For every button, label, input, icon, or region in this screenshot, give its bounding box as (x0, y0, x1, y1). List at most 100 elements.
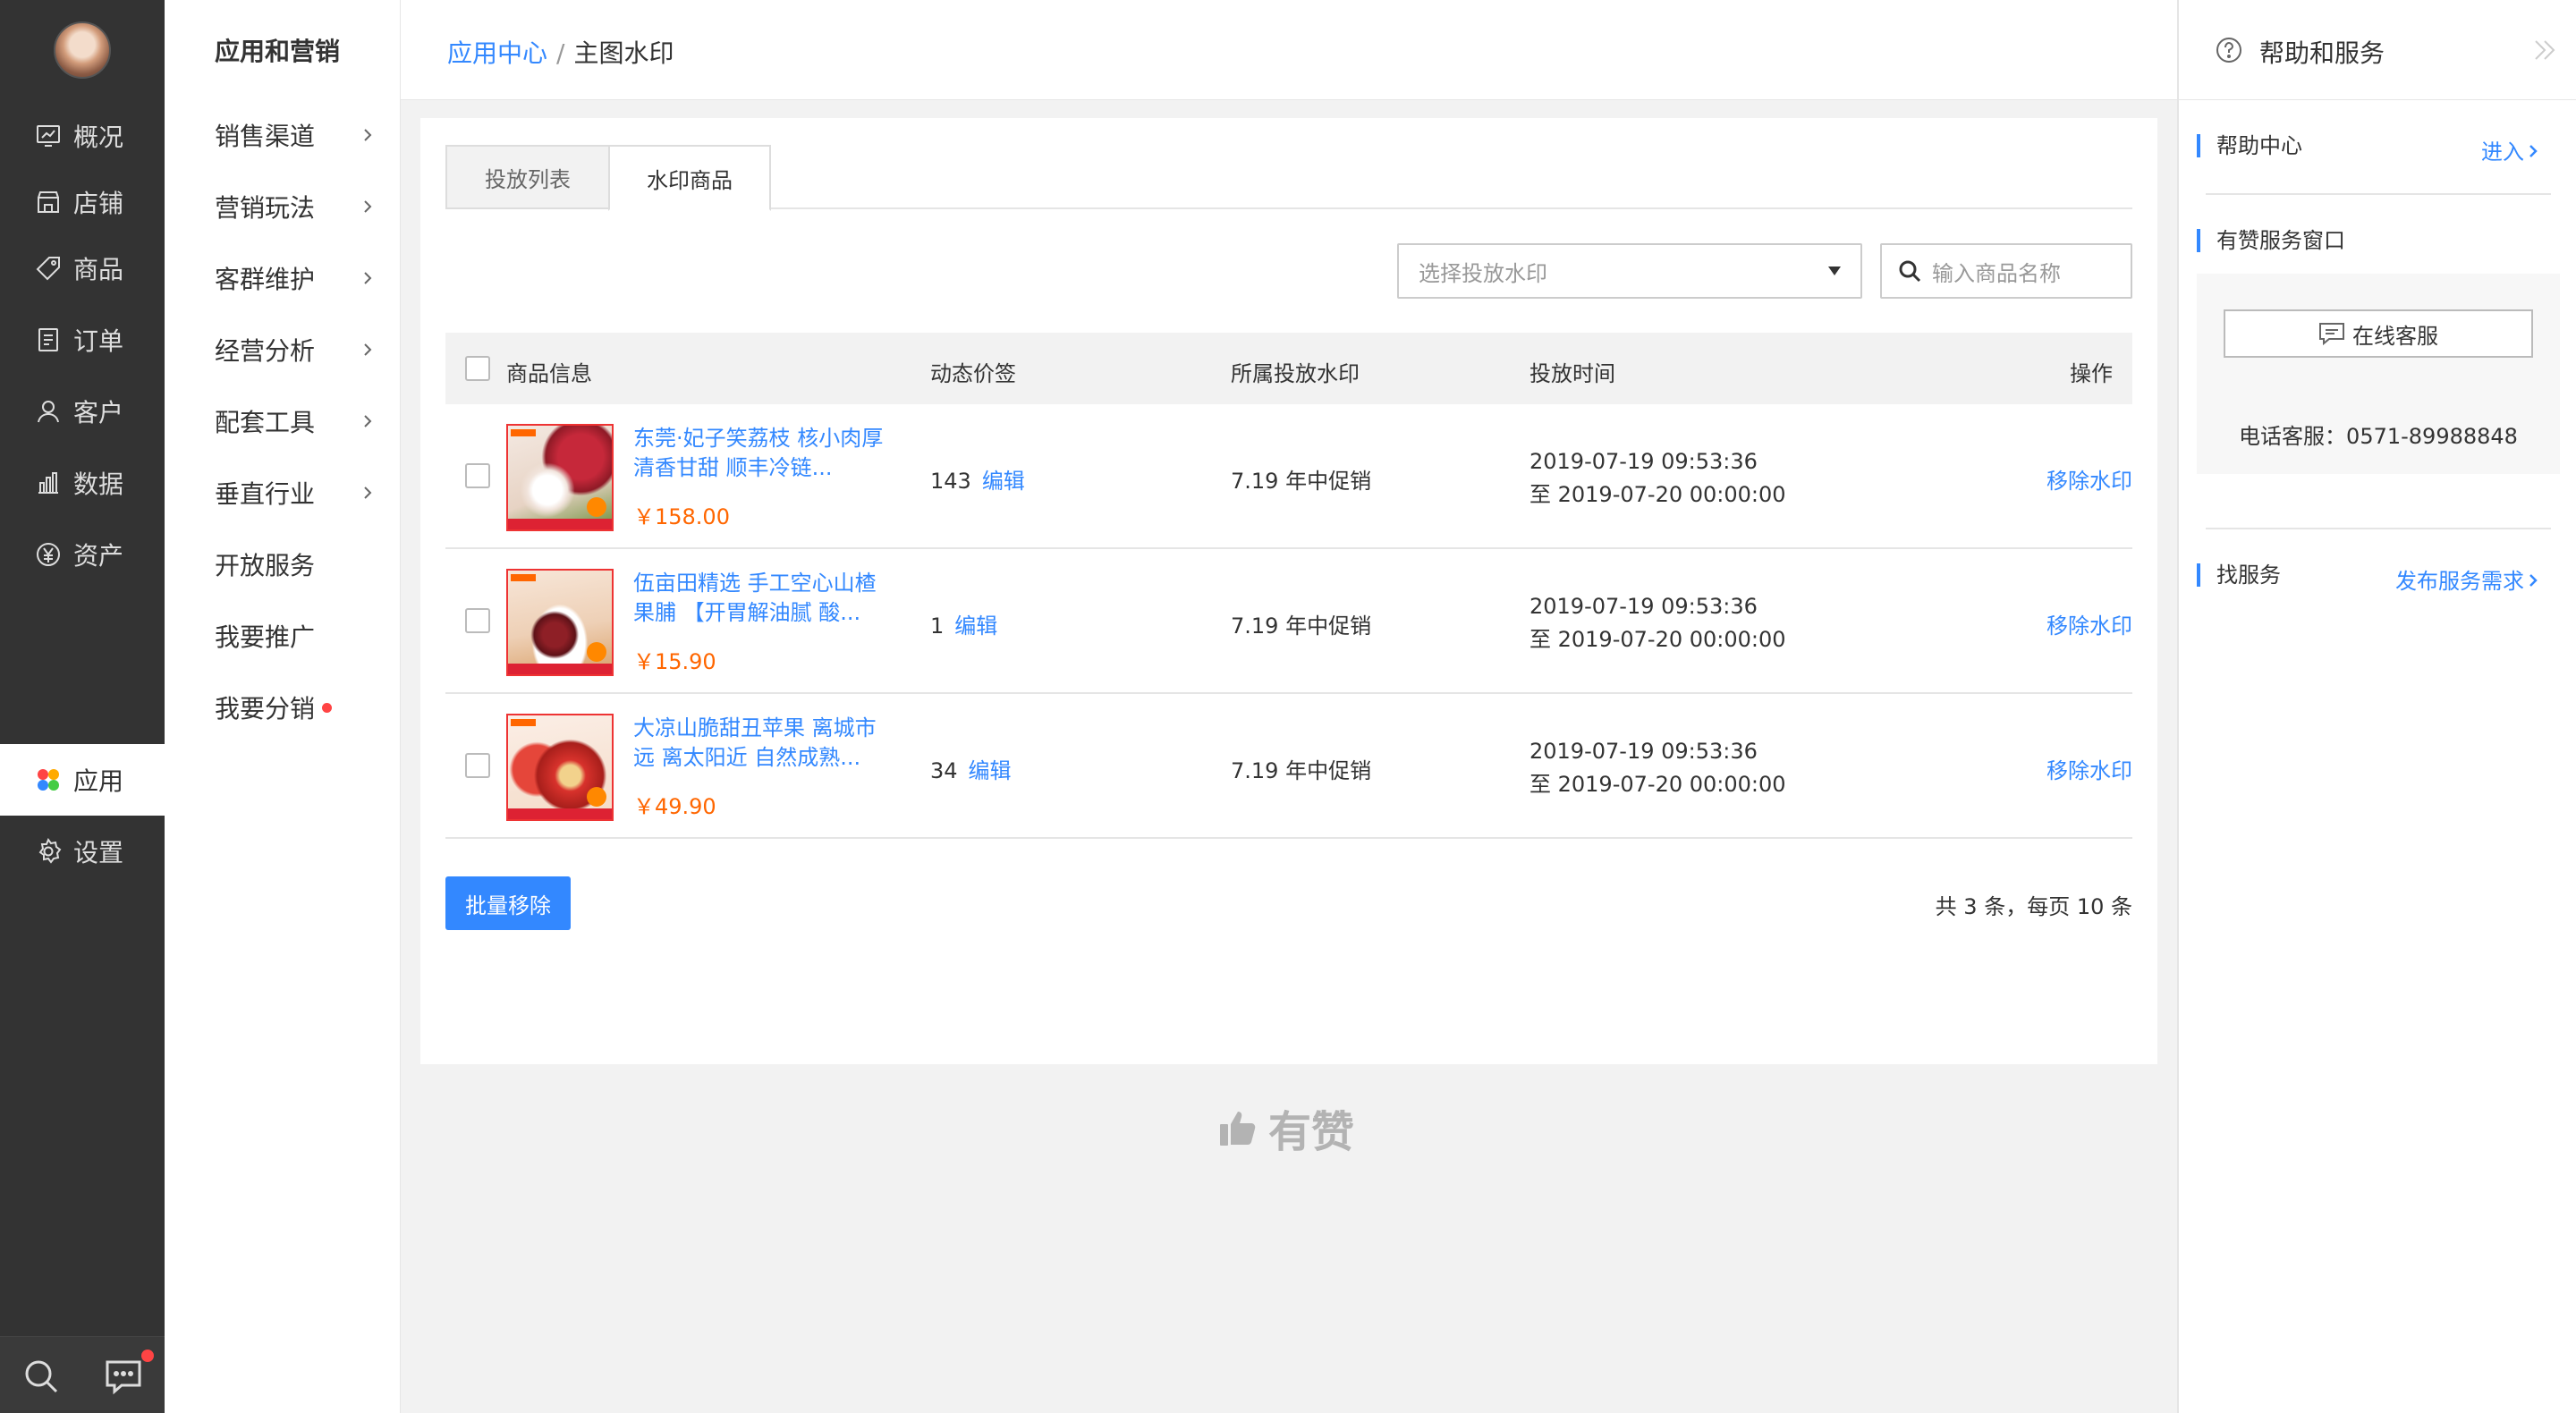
breadcrumb-parent-link[interactable]: 应用中心 (447, 38, 547, 68)
user-icon (38, 401, 59, 423)
gear-icon (38, 837, 62, 864)
watermark-name: 7.19 年中促销 (1231, 613, 1372, 639)
subnav-item-distribution[interactable]: 我要分销 (215, 685, 376, 730)
column-header-dynamic-price: 动态价签 (930, 361, 1016, 386)
select-all-checkbox[interactable] (465, 356, 490, 381)
store-icon (38, 191, 59, 213)
watermark-name: 7.19 年中促销 (1231, 469, 1372, 494)
subnav-item-label: 开放服务 (215, 551, 316, 580)
dynamic-price-count: 143 (930, 469, 971, 494)
tag-icon (36, 257, 60, 281)
search-placeholder: 输入商品名称 (1932, 260, 2061, 286)
time-end: 至 2019-07-20 00:00:00 (1530, 772, 1786, 797)
dynamic-price-cell: 34 编辑 (930, 753, 1012, 784)
time-end: 至 2019-07-20 00:00:00 (1530, 627, 1786, 652)
nav-item-settings[interactable]: 设置 (0, 816, 165, 887)
remove-watermark-link[interactable]: 移除水印 (2046, 753, 2132, 784)
watermark-name: 7.19 年中促销 (1231, 758, 1372, 783)
help-center-enter-link[interactable]: 进入 (2481, 134, 2540, 165)
help-center-enter-text: 进入 (2481, 140, 2524, 165)
nav-item-label: 资产 (73, 541, 124, 571)
time-start: 2019-07-19 09:53:36 (1530, 739, 1758, 764)
column-header-time: 投放时间 (1530, 361, 1615, 386)
batch-remove-button[interactable]: 批量移除 (445, 876, 571, 930)
help-panel-header: 帮助和服务 (2179, 0, 2576, 100)
bar-chart-icon (38, 472, 58, 494)
phone-support: 电话客服：0571-89988848 (2239, 424, 2518, 449)
subnav-item-label: 我要推广 (215, 622, 316, 652)
nav-item-label: 数据 (73, 470, 124, 499)
chevron-right-icon (364, 272, 372, 284)
dynamic-price-count: 1 (930, 613, 945, 639)
message-icon[interactable] (104, 1357, 143, 1396)
chevron-right-icon (364, 129, 372, 141)
tab-placement-list[interactable]: 投放列表 (445, 145, 608, 209)
product-title-link[interactable]: 伍亩田精选 手工空心山楂果脯 【开胃解油腻 酸... (633, 569, 893, 628)
remove-watermark-link[interactable]: 移除水印 (2046, 463, 2132, 495)
subnav-item-label: 我要分销 (215, 694, 316, 723)
edit-link[interactable]: 编辑 (954, 613, 997, 639)
table-row: 伍亩田精选 手工空心山楂果脯 【开胃解油腻 酸... ￥15.90 1 编辑 7.… (445, 549, 2132, 694)
subnav-item-sales-channels[interactable]: 销售渠道 (215, 113, 376, 157)
subnav-item-promote[interactable]: 我要推广 (215, 613, 376, 658)
nav-item-apps[interactable]: 应用 (0, 744, 165, 816)
product-price: ￥15.90 (633, 649, 716, 674)
divider (2206, 528, 2551, 529)
row-checkbox[interactable] (465, 608, 490, 633)
help-panel-title: 帮助和服务 (2259, 38, 2385, 68)
online-support-button[interactable]: 在线客服 (2224, 309, 2533, 358)
product-thumbnail[interactable] (506, 714, 614, 821)
nav-item-overview[interactable]: 概况 (0, 100, 165, 172)
nav-item-orders[interactable]: 订单 (0, 304, 165, 376)
breadcrumb-separator: / (556, 38, 565, 68)
promo-tag (511, 574, 536, 581)
nav-item-store[interactable]: 店铺 (0, 166, 165, 238)
nav-item-data[interactable]: 数据 (0, 447, 165, 519)
search-icon[interactable] (21, 1357, 61, 1396)
product-thumbnail[interactable] (506, 569, 614, 676)
row-checkbox[interactable] (465, 753, 490, 778)
page-header: 应用中心 / 主图水印 (401, 0, 2177, 100)
nav-item-assets[interactable]: 资产 (0, 519, 165, 590)
subnav-item-tools[interactable]: 配套工具 (215, 399, 376, 444)
nav-item-products[interactable]: 商品 (0, 233, 165, 304)
subnav-item-verticals[interactable]: 垂直行业 (215, 470, 376, 515)
remove-watermark-link[interactable]: 移除水印 (2046, 608, 2132, 639)
sub-nav: 应用和营销 销售渠道 营销玩法 客群维护 经营分析 配套工具 垂直行业 开放服务… (165, 0, 401, 1413)
column-header-watermark: 所属投放水印 (1231, 361, 1360, 386)
edit-link[interactable]: 编辑 (982, 469, 1025, 494)
dynamic-price-cell: 1 编辑 (930, 608, 997, 639)
find-service-label: 找服务 (2197, 563, 2281, 587)
double-chevron-right-icon[interactable] (2531, 38, 2558, 63)
main-nav: 概况 店铺 商品 订单 客户 数据 资产 应用 设置 (0, 0, 165, 1413)
apps-icon (38, 769, 59, 791)
row-checkbox[interactable] (465, 463, 490, 488)
watermark-select[interactable]: 选择投放水印 (1397, 243, 1862, 299)
watermark-bar (508, 519, 612, 529)
help-panel: 帮助和服务 帮助中心 进入 有赞服务窗口 在线客服 电话客服：0571-8998… (2177, 0, 2576, 1413)
nav-item-customers[interactable]: 客户 (0, 376, 165, 447)
promo-tag (511, 429, 536, 436)
dynamic-price-count: 34 (930, 758, 958, 783)
tab-watermark-products[interactable]: 水印商品 (608, 145, 771, 211)
subnav-item-marketing[interactable]: 营销玩法 (215, 184, 376, 229)
chat-icon (2319, 323, 2344, 345)
edit-link[interactable]: 编辑 (969, 758, 1012, 783)
product-title-link[interactable]: 大凉山脆甜丑苹果 离城市远 离太阳近 自然成熟... (633, 714, 893, 773)
product-thumbnail[interactable] (506, 424, 614, 531)
product-price: ￥158.00 (633, 504, 730, 529)
subnav-item-customer-care[interactable]: 客群维护 (215, 256, 376, 300)
product-search-input[interactable]: 输入商品名称 (1880, 243, 2132, 299)
avatar[interactable] (54, 21, 111, 79)
nav-item-label: 客户 (73, 398, 124, 427)
placement-time: 2019-07-19 09:53:36 至 2019-07-20 00:00:00 (1530, 590, 1786, 656)
pagination-summary: 共 3 条，每页 10 条 (1935, 894, 2132, 919)
post-service-request-link[interactable]: 发布服务需求 (2395, 563, 2540, 595)
dynamic-price-cell: 143 编辑 (930, 463, 1025, 495)
nav-item-label: 设置 (73, 838, 124, 867)
subnav-item-open-services[interactable]: 开放服务 (215, 542, 376, 587)
help-center-label: 帮助中心 (2197, 134, 2302, 157)
subnav-item-analytics[interactable]: 经营分析 (215, 327, 376, 372)
subnav-item-label: 垂直行业 (215, 479, 316, 509)
product-title-link[interactable]: 东莞·妃子笑荔枝 核小肉厚 清香甘甜 顺丰冷链... (633, 424, 893, 483)
